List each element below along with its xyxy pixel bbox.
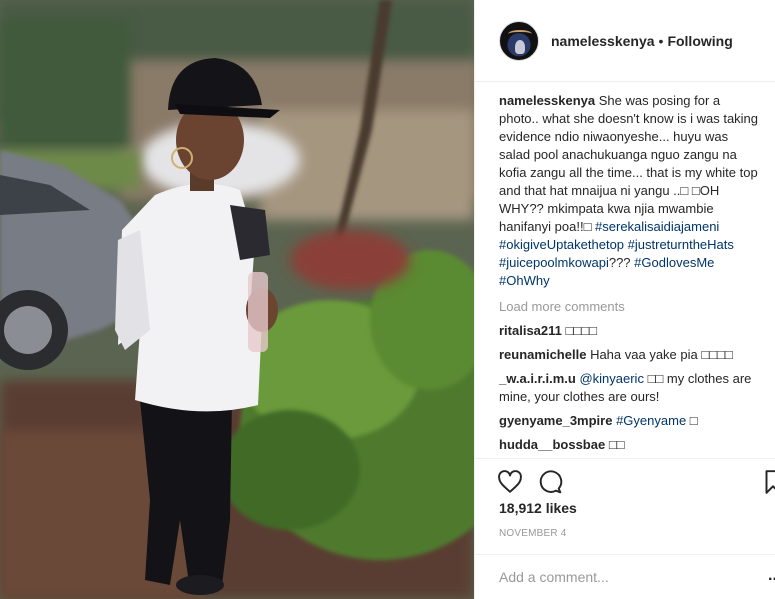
comment-username[interactable]: _w.a.i.r.i.m.u [499,371,576,386]
comment-text: □ [686,413,698,428]
caption-punct: ??? [608,255,631,270]
comment-username[interactable]: reunamichelle [499,347,586,362]
comment-text: □□ [608,437,625,452]
post-sidebar: namelesskenya • Following namelesskenya … [474,0,775,599]
caption-username[interactable]: namelesskenya [499,93,595,108]
comments-section: namelesskenya She was posing for a photo… [499,92,761,460]
post-actions [475,458,775,494]
comment-mention[interactable]: @kinyaeric [579,371,644,386]
comment-text: Haha vaa yake pia □□□□ [590,347,733,362]
comment: ritalisa211 □□□□ [499,322,761,340]
header-separator: • [658,32,664,49]
comment-text: □□□□ [565,323,597,338]
avatar-logo [508,29,532,38]
comment: _w.a.i.r.i.m.u @kinyaeric □□ my clothes … [499,370,761,406]
hashtag-link[interactable]: #OhWhy [499,273,550,288]
avatar[interactable] [499,20,539,61]
post-photo-illustration [0,0,474,599]
comment: hudda__bossbae □□ [499,436,761,454]
avatar-figure [515,39,525,54]
add-comment-box: ... [475,554,775,599]
comment: gyenyame_3mpire #Gyenyame □ [499,412,761,430]
hashtag-link[interactable]: #GodlovesMe [634,255,714,270]
load-more-comments-button[interactable]: Load more comments [499,298,761,316]
hashtag-link[interactable]: #justreturntheHats [628,237,734,252]
comment-hashtag[interactable]: #Gyenyame [616,413,686,428]
bookmark-icon[interactable] [763,469,775,495]
caption: namelesskenya She was posing for a photo… [499,92,761,290]
comment-username[interactable]: gyenyame_3mpire [499,413,612,428]
hashtag-link[interactable]: #serekalisaidiajameni [595,219,719,234]
header-text: namelesskenya • Following [551,33,733,49]
post-header: namelesskenya • Following [475,0,775,82]
caption-text: She was posing for a photo.. what she do… [499,93,759,234]
hashtag-link[interactable]: #juicepoolmkowapi [499,255,609,270]
comment-username[interactable]: ritalisa211 [499,323,562,338]
heart-icon[interactable] [497,469,523,495]
following-button[interactable]: Following [667,33,732,49]
likes-count[interactable]: 18,912 likes [499,500,577,516]
comment-bubble-icon[interactable] [537,469,563,495]
post-photo[interactable] [0,0,474,599]
add-comment-input[interactable] [499,567,749,587]
header-username[interactable]: namelesskenya [551,33,655,49]
more-options-icon[interactable]: ... [768,567,775,585]
comment: reunamichelle Haha vaa yake pia □□□□ [499,346,761,364]
hashtag-link[interactable]: #okigiveUptakethetop [499,237,624,252]
comment-username[interactable]: hudda__bossbae [499,437,605,452]
post-date[interactable]: NOVEMBER 4 [499,528,567,539]
